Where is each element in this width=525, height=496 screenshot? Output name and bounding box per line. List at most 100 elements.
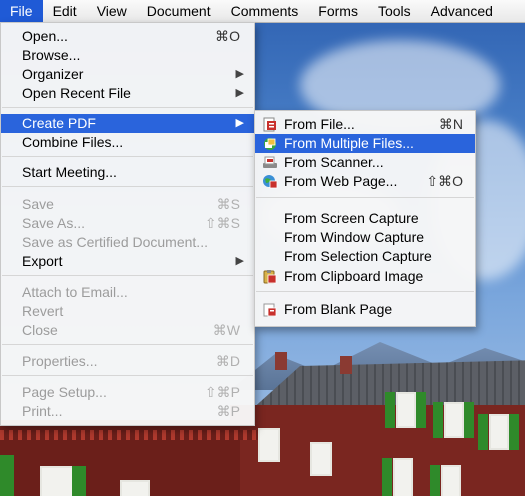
submenu-arrow-icon: ▶ xyxy=(235,117,244,129)
chimney xyxy=(340,356,352,374)
menu-item-create-pdf[interactable]: Create PDF ▶ xyxy=(1,114,254,133)
balcony xyxy=(0,430,260,440)
menu-item-label: From Clipboard Image xyxy=(284,268,424,284)
menu-item-label: Print... xyxy=(22,403,63,419)
menu-tools[interactable]: Tools xyxy=(368,0,421,22)
submenu-item-from-web[interactable]: From Web Page... ⇧⌘O xyxy=(255,172,475,191)
window xyxy=(120,480,150,496)
menu-item-properties[interactable]: Properties... ⌘D xyxy=(1,352,254,371)
shortcut-label: ⌘N xyxy=(438,116,463,132)
scanner-icon xyxy=(262,155,278,170)
menu-item-browse[interactable]: Browse... xyxy=(1,46,254,65)
shutter xyxy=(416,392,426,428)
chimney xyxy=(275,352,287,370)
shortcut-label: ⌘O xyxy=(215,28,240,44)
menu-item-label: Combine Files... xyxy=(22,134,124,150)
shutter xyxy=(509,414,519,450)
window xyxy=(40,466,74,496)
menu-item-save[interactable]: Save ⌘S xyxy=(1,195,254,214)
shortcut-label: ⌘W xyxy=(212,322,240,338)
menu-item-revert[interactable]: Revert xyxy=(1,302,254,321)
menu-item-label: Close xyxy=(22,322,58,338)
shutter xyxy=(385,392,395,428)
menu-separator xyxy=(256,197,474,198)
shutter xyxy=(430,465,440,496)
shortcut-label: ⌘P xyxy=(216,403,240,419)
menu-view[interactable]: View xyxy=(87,0,137,22)
shutter xyxy=(464,402,474,438)
menu-item-label: From Blank Page xyxy=(284,301,393,317)
shutter xyxy=(0,455,14,496)
shortcut-label: ⇧⌘S xyxy=(204,215,240,231)
menu-item-label: From Selection Capture xyxy=(284,248,432,264)
shutter xyxy=(433,402,443,438)
menu-item-export[interactable]: Export ▶ xyxy=(1,252,254,271)
submenu-item-from-window[interactable]: From Window Capture xyxy=(255,228,475,247)
shortcut-label: ⇧⌘O xyxy=(426,173,463,189)
menu-separator xyxy=(2,275,253,276)
menu-separator xyxy=(2,344,253,345)
menu-item-page-setup[interactable]: Page Setup... ⇧⌘P xyxy=(1,383,254,402)
menu-forms[interactable]: Forms xyxy=(308,0,368,22)
menu-item-label: Open... xyxy=(22,28,68,44)
menu-bar: File Edit View Document Comments Forms T… xyxy=(0,0,525,23)
submenu-item-from-blank[interactable]: From Blank Page xyxy=(255,300,475,319)
create-pdf-submenu: From File... ⌘N From Multiple Files... F… xyxy=(254,110,476,327)
menu-item-combine-files[interactable]: Combine Files... xyxy=(1,133,254,152)
menu-edit[interactable]: Edit xyxy=(43,0,87,22)
submenu-item-from-multiple[interactable]: From Multiple Files... xyxy=(255,134,475,153)
shortcut-label: ⌘S xyxy=(216,196,240,212)
menu-item-label: Save xyxy=(22,196,54,212)
submenu-arrow-icon: ▶ xyxy=(235,68,244,80)
menu-separator xyxy=(2,107,253,108)
menu-item-label: Save As... xyxy=(22,215,86,231)
menu-item-label: From Screen Capture xyxy=(284,210,419,226)
menu-item-label: Properties... xyxy=(22,353,98,369)
menu-item-label: Revert xyxy=(22,303,64,319)
menu-advanced[interactable]: Advanced xyxy=(421,0,503,22)
window xyxy=(489,414,509,450)
menu-item-save-as[interactable]: Save As... ⇧⌘S xyxy=(1,214,254,233)
window xyxy=(393,458,413,496)
menu-file[interactable]: File xyxy=(0,0,43,22)
menu-comments[interactable]: Comments xyxy=(221,0,309,22)
menu-document[interactable]: Document xyxy=(137,0,221,22)
menu-separator xyxy=(2,375,253,376)
menu-separator xyxy=(2,186,253,187)
menu-item-label: Create PDF xyxy=(22,115,96,131)
shortcut-label: ⌘D xyxy=(215,353,240,369)
menu-item-open-recent[interactable]: Open Recent File ▶ xyxy=(1,84,254,103)
menu-item-label: Browse... xyxy=(22,47,81,63)
menu-separator xyxy=(256,291,474,292)
menu-item-label: Save as Certified Document... xyxy=(22,234,208,250)
submenu-arrow-icon: ▶ xyxy=(235,87,244,99)
web-page-icon xyxy=(262,174,278,189)
menu-item-print[interactable]: Print... ⌘P xyxy=(1,402,254,421)
menu-item-label: From File... xyxy=(284,116,355,132)
menu-item-label: From Window Capture xyxy=(284,229,425,245)
menu-separator xyxy=(2,156,253,157)
menu-item-attach-email[interactable]: Attach to Email... xyxy=(1,283,254,302)
menu-item-save-certified[interactable]: Save as Certified Document... xyxy=(1,233,254,252)
window xyxy=(310,442,332,476)
submenu-arrow-icon: ▶ xyxy=(235,255,244,267)
menu-item-label: Export xyxy=(22,253,63,269)
menu-item-label: Attach to Email... xyxy=(22,284,128,300)
window xyxy=(441,465,461,496)
shutter xyxy=(478,414,488,450)
shortcut-label: ⇧⌘P xyxy=(204,384,240,400)
submenu-item-from-clipboard[interactable]: From Clipboard Image xyxy=(255,267,475,286)
submenu-item-from-selection[interactable]: From Selection Capture xyxy=(255,247,475,266)
submenu-item-from-file[interactable]: From File... ⌘N xyxy=(255,115,475,134)
menu-item-close[interactable]: Close ⌘W xyxy=(1,321,254,340)
window xyxy=(258,428,280,462)
submenu-item-from-scanner[interactable]: From Scanner... xyxy=(255,153,475,172)
submenu-item-from-screen[interactable]: From Screen Capture xyxy=(255,209,475,228)
menu-item-start-meeting[interactable]: Start Meeting... xyxy=(1,163,254,182)
menu-item-label: Page Setup... xyxy=(22,384,107,400)
menu-item-label: Open Recent File xyxy=(22,85,131,101)
file-menu: Open... ⌘O Browse... Organizer ▶ Open Re… xyxy=(0,22,255,426)
window xyxy=(396,392,416,428)
menu-item-organizer[interactable]: Organizer ▶ xyxy=(1,65,254,84)
menu-item-open[interactable]: Open... ⌘O xyxy=(1,27,254,46)
